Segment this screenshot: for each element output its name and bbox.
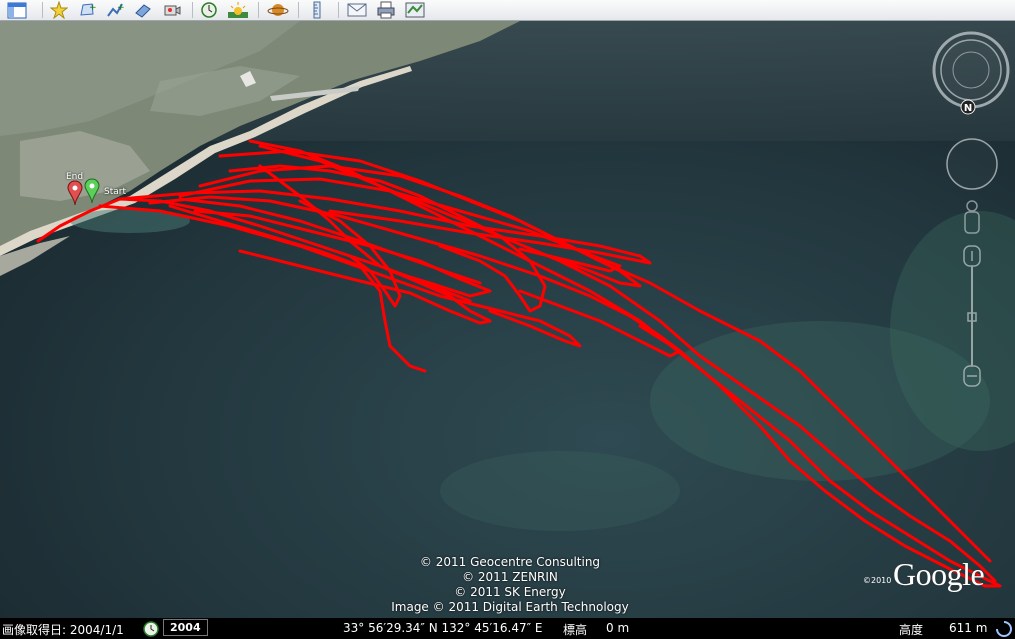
status-bar: 画像取得日: 2004/1/1 2004 33° 56′29.34″ N 132…: [0, 618, 1015, 639]
eye-altitude-label: 高度: [899, 623, 924, 637]
image-overlay-icon: [135, 4, 151, 18]
eye-altitude-value: 611 m: [949, 621, 988, 635]
clock-icon: [201, 2, 217, 18]
svg-text:+: +: [117, 3, 124, 13]
end-pin-label: End: [66, 172, 84, 182]
polygon-icon: +: [80, 3, 96, 16]
switch-planet-button[interactable]: [266, 0, 290, 20]
navigation-controls: N: [932, 31, 1010, 387]
toolbar: + +: [0, 0, 1015, 21]
look-joystick[interactable]: [932, 31, 1010, 109]
logo-copyright: ©2010: [863, 576, 892, 585]
credit-line: © 2011 ZENRIN: [462, 570, 558, 584]
google-logo: Google: [893, 556, 985, 592]
pointer-coordinates: 33° 56′29.34″ N 132° 45′16.47″ E: [343, 621, 543, 635]
sun-icon: [228, 2, 248, 18]
maps-icon: [405, 2, 425, 18]
svg-text:+: +: [89, 3, 96, 13]
add-image-overlay-button[interactable]: [131, 0, 155, 20]
ruler-button[interactable]: [305, 0, 329, 20]
print-button[interactable]: [374, 0, 398, 20]
credit-line: © 2011 SK Energy: [454, 585, 566, 599]
north-label: N: [964, 103, 972, 114]
elevation-value: 0 m: [606, 621, 630, 635]
add-placemark-button[interactable]: [47, 0, 71, 20]
print-icon: [377, 1, 395, 19]
gps-track[interactable]: [0, 21, 1015, 618]
credit-line: © 2011 Geocentre Consulting: [419, 555, 601, 569]
start-pin-label: Start: [104, 187, 126, 197]
history-year-button[interactable]: 2004: [163, 619, 208, 636]
add-polygon-button[interactable]: +: [75, 0, 99, 20]
ruler-icon: [313, 1, 321, 19]
record-tour-button[interactable]: [160, 0, 184, 20]
email-icon: [347, 3, 367, 17]
planet-icon: [267, 4, 289, 16]
streaming-progress-icon: [996, 621, 1012, 637]
move-joystick[interactable]: [946, 138, 998, 190]
add-path-button[interactable]: +: [103, 0, 127, 20]
map-view[interactable]: End Start N © 2011 Geocentre Consulting …: [0, 21, 1015, 618]
record-tour-icon: [164, 5, 181, 16]
elevation-label: 標高: [563, 623, 588, 637]
path-icon: +: [107, 3, 124, 17]
historical-imagery-icon[interactable]: [143, 621, 159, 637]
sidebar-icon: [7, 2, 27, 18]
imagery-date: 画像取得日: 2004/1/1: [2, 623, 124, 637]
view-in-maps-button[interactable]: [403, 0, 427, 20]
street-view-pegman-icon[interactable]: [964, 200, 980, 234]
historical-imagery-button[interactable]: [197, 0, 221, 20]
sidebar-toggle-button[interactable]: [5, 0, 29, 20]
zoom-slider[interactable]: [963, 245, 981, 387]
email-button[interactable]: [345, 0, 369, 20]
credit-line: Image © 2011 Digital Earth Technology: [391, 600, 629, 614]
placemark-icon: [50, 1, 68, 19]
imagery-credits: © 2011 Geocentre Consulting © 2011 ZENRI…: [300, 555, 720, 615]
sunlight-button[interactable]: [226, 0, 250, 20]
